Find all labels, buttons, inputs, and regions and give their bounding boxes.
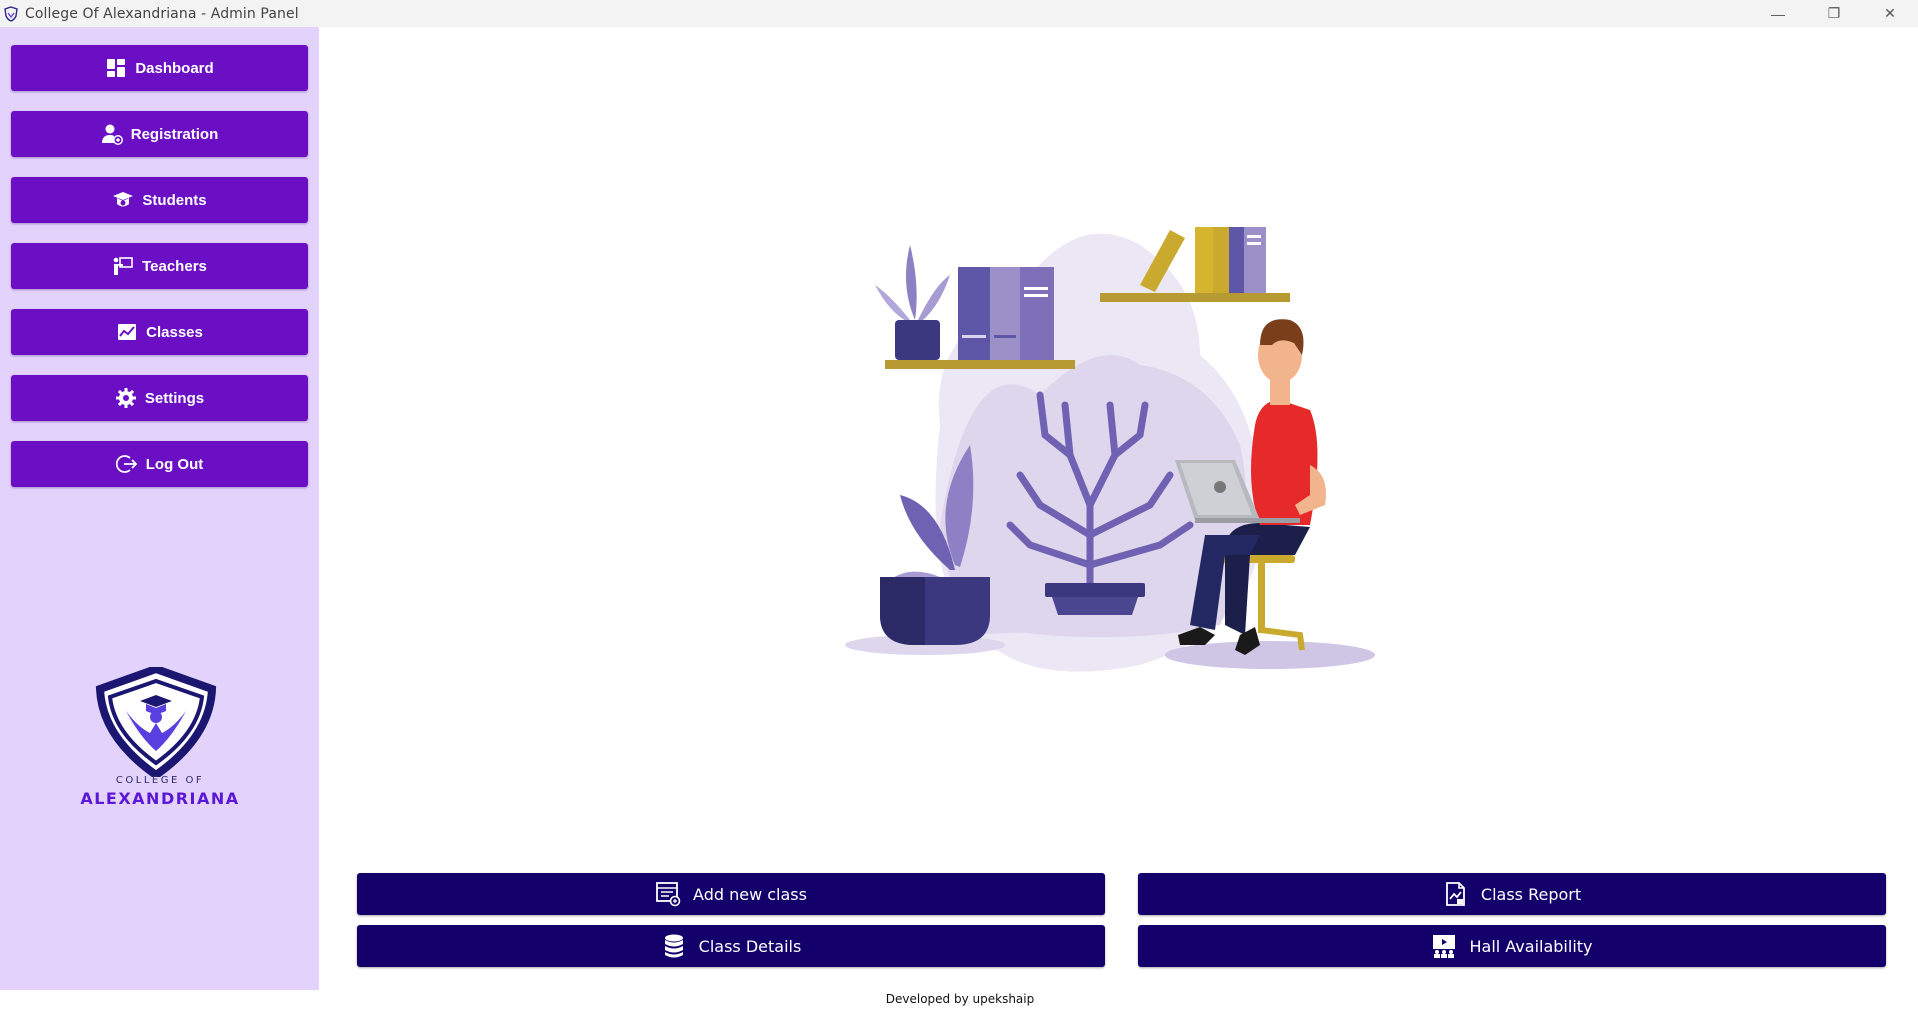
sidebar-item-settings[interactable]: Settings (11, 375, 308, 421)
sidebar-item-label: Dashboard (135, 59, 214, 77)
app-shield-icon (4, 5, 18, 22)
hero-illustration (845, 227, 1375, 672)
class-details-label: Class Details (698, 936, 802, 956)
sidebar-item-label: Registration (130, 125, 219, 143)
sidebar-item-classes[interactable]: Classes (11, 309, 308, 355)
sidebar-item-label: Settings (144, 389, 205, 407)
sidebar-item-label: Log Out (145, 455, 204, 473)
title-bar: College Of Alexandriana - Admin Panel — … (0, 0, 1918, 27)
add-class-form-icon (656, 882, 681, 907)
add-user-icon (101, 124, 123, 145)
teacher-icon (113, 257, 133, 275)
sidebar-item-teachers[interactable]: Teachers (11, 243, 308, 289)
close-button[interactable]: ✕ (1862, 0, 1918, 27)
class-details-button[interactable]: Class Details (357, 925, 1105, 967)
dashboard-icon (107, 59, 126, 77)
minimize-button[interactable]: — (1750, 0, 1806, 27)
sidebar-item-registration[interactable]: Registration (11, 111, 308, 157)
class-report-button[interactable]: Class Report (1138, 873, 1886, 915)
presentation-hall-icon (1433, 935, 1456, 958)
shield-logo-icon (95, 667, 217, 777)
restore-button[interactable]: ❐ (1806, 0, 1862, 27)
college-logo: COLLEGE OF ALEXANDRIANA (70, 667, 250, 827)
logo-line2: ALEXANDRIANA (80, 789, 240, 808)
sidebar-item-label: Classes (146, 323, 203, 341)
logo-line1: COLLEGE OF (115, 775, 205, 786)
sidebar-item-label: Students (142, 191, 207, 209)
hall-availability-button[interactable]: Hall Availability (1138, 925, 1886, 967)
developer-credit: Developed by upekshaip (885, 992, 1035, 1006)
chart-icon (118, 324, 137, 340)
sidebar-item-students[interactable]: Students (11, 177, 308, 223)
sidebar-item-dashboard[interactable]: Dashboard (11, 45, 308, 91)
add-new-class-label: Add new class (693, 884, 807, 904)
sidebar-item-logout[interactable]: Log Out (11, 441, 308, 487)
sidebar: Dashboard Registration Students Teachers (0, 27, 319, 990)
sidebar-item-label: Teachers (142, 257, 207, 275)
gear-icon (115, 388, 136, 408)
window-title: College Of Alexandriana - Admin Panel (25, 5, 299, 22)
database-icon (664, 934, 683, 958)
hall-availability-label: Hall Availability (1469, 936, 1593, 956)
graduation-cap-icon (113, 192, 134, 207)
class-report-label: Class Report (1480, 884, 1582, 904)
report-document-icon (1445, 882, 1465, 906)
add-new-class-button[interactable]: Add new class (357, 873, 1105, 915)
logout-icon (115, 455, 138, 473)
